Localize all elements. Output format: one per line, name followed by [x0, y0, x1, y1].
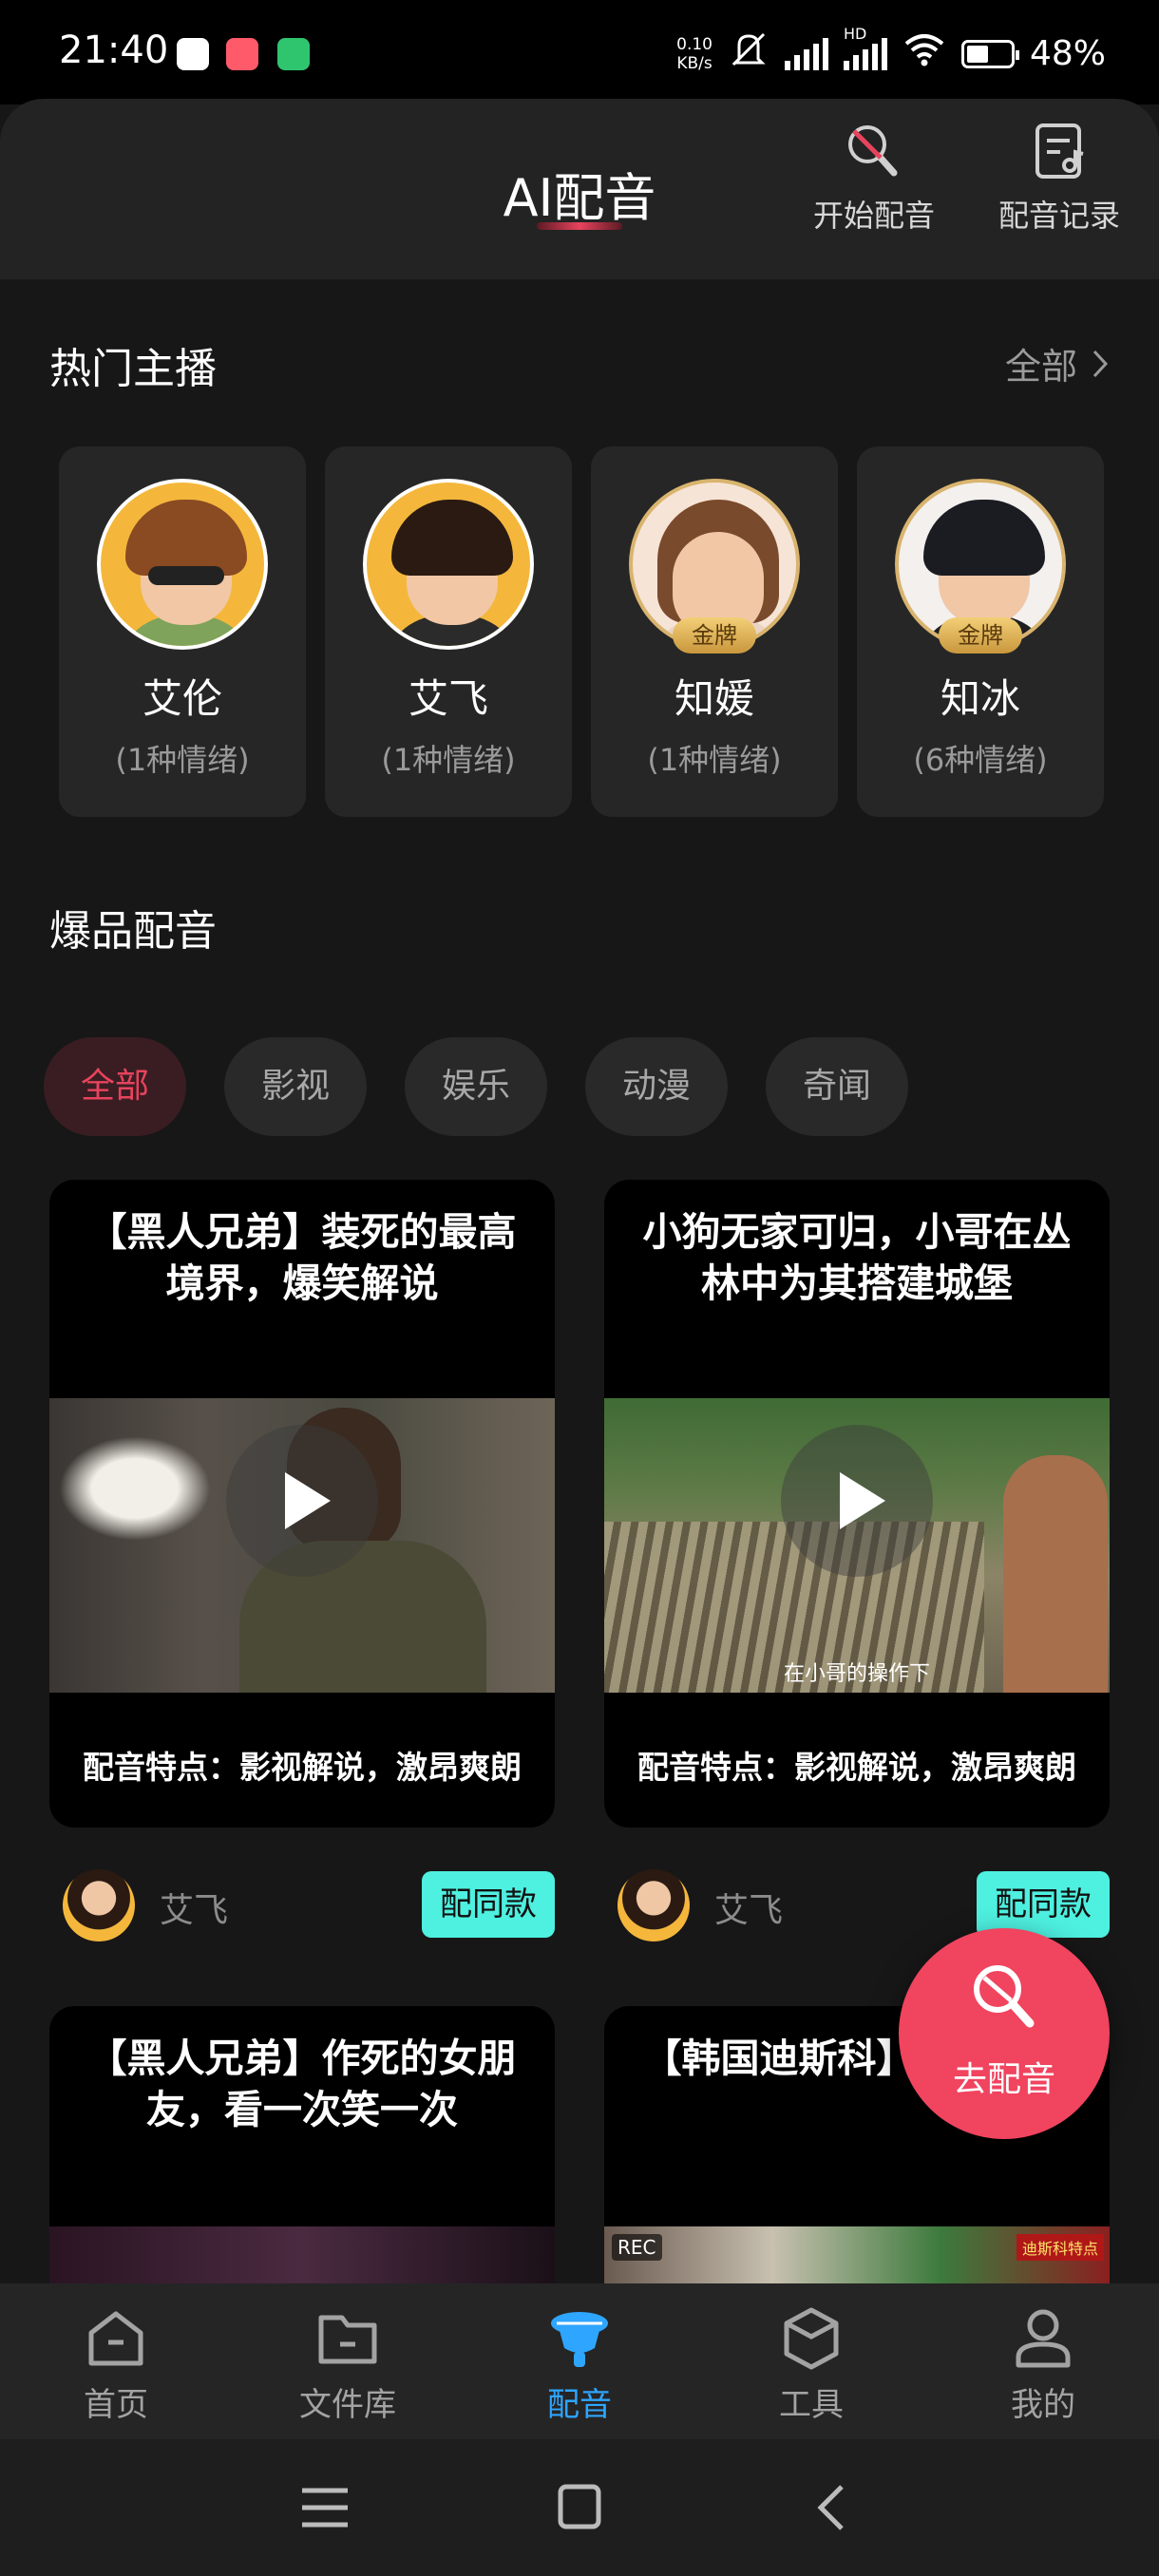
- nav-tools[interactable]: 工具: [716, 2304, 906, 2425]
- video-feature: 配音特点：影视解说，激昂爽朗: [83, 1749, 522, 1786]
- video-title: 【黑人兄弟】装死的最高境界，爆笑解说: [87, 1209, 517, 1306]
- anchor-emotions: (1种情绪): [115, 742, 250, 778]
- back-icon[interactable]: [804, 2481, 861, 2534]
- home-icon: [82, 2304, 150, 2373]
- history-record-icon: [1026, 118, 1092, 184]
- battery-icon: [960, 39, 1019, 68]
- nav-dubbing[interactable]: 配音: [484, 2304, 674, 2425]
- microphone-filled-icon: [545, 2304, 614, 2373]
- anchor-name: 艾伦: [142, 675, 222, 722]
- anchor-emotions: (6种情绪): [913, 742, 1048, 778]
- author-avatar: [618, 1869, 690, 1941]
- status-time: 21:40: [59, 28, 169, 72]
- play-icon[interactable]: [781, 1425, 933, 1577]
- author-name: 艾飞: [714, 1891, 784, 1930]
- microphone-icon: [965, 1959, 1043, 2036]
- anchor-name: 知冰: [940, 675, 1020, 722]
- mute-icon: [728, 30, 770, 77]
- go-dub-fab[interactable]: 去配音: [899, 1928, 1110, 2139]
- network-speed: 0.10 KB/s: [676, 34, 712, 73]
- video-card-meta: 艾飞 配同款: [49, 1867, 555, 1943]
- video-card[interactable]: 【黑人兄弟】作死的女朋友，看一次笑一次: [49, 2006, 555, 2283]
- nav-dubbing-label: 配音: [547, 2386, 612, 2424]
- video-card[interactable]: 小狗无家可归，小哥在丛林中为其搭建城堡 在小哥的操作下 配音特点：影视解说，激昂…: [604, 1180, 1110, 1828]
- view-all-anchors-link[interactable]: 全部: [1005, 337, 1110, 389]
- play-icon[interactable]: [226, 1425, 378, 1577]
- video-thumbnail: [49, 2226, 555, 2283]
- microphone-icon: [841, 118, 907, 184]
- filter-chip-film[interactable]: 影视: [224, 1037, 367, 1136]
- video-card[interactable]: 【黑人兄弟】装死的最高境界，爆笑解说 配音特点：影视解说，激昂爽朗: [49, 1180, 555, 1828]
- avatar: [363, 479, 534, 650]
- anchor-name: 艾飞: [408, 675, 488, 722]
- system-navigation-bar: [0, 2439, 1159, 2576]
- filter-chip-all[interactable]: 全部: [44, 1037, 186, 1136]
- gold-badge: 金牌: [673, 617, 756, 653]
- go-dub-label: 去配音: [952, 2060, 1055, 2099]
- app2-notification-icon: [277, 38, 310, 70]
- anchor-name: 知媛: [674, 675, 754, 722]
- nav-profile-label: 我的: [1011, 2386, 1075, 2424]
- signal-hd-icon: HD: [843, 25, 887, 70]
- bottom-navigation: 首页 文件库 配音 工具 我的: [0, 2283, 1159, 2439]
- nav-tools-label: 工具: [779, 2386, 844, 2424]
- start-dubbing-button[interactable]: 开始配音: [803, 118, 945, 236]
- qq-notification-icon: [177, 38, 209, 70]
- home-square-icon[interactable]: [551, 2481, 608, 2534]
- video-title: 小狗无家可归，小哥在丛林中为其搭建城堡: [642, 1209, 1072, 1306]
- video-thumbnail: REC 迪斯科特点: [604, 2226, 1110, 2283]
- nav-files-label: 文件库: [299, 2386, 396, 2424]
- nav-files[interactable]: 文件库: [253, 2304, 443, 2425]
- folder-icon: [314, 2304, 382, 2373]
- author-avatar: [63, 1869, 135, 1941]
- anchor-emotions: (1种情绪): [381, 742, 516, 778]
- video-thumbnail: [49, 1398, 555, 1693]
- cube-icon: [777, 2304, 846, 2373]
- title-underline: [537, 222, 622, 230]
- chevron-right-icon: [1092, 350, 1109, 377]
- video-caption: 在小哥的操作下: [783, 1662, 930, 1686]
- video-thumbnail: 在小哥的操作下: [604, 1398, 1110, 1693]
- page-title: AI配音: [503, 168, 656, 228]
- start-dubbing-label: 开始配音: [812, 198, 935, 234]
- dub-same-button[interactable]: 配同款: [422, 1871, 555, 1938]
- filter-chip-anime[interactable]: 动漫: [585, 1037, 728, 1136]
- gold-badge: 金牌: [939, 617, 1022, 653]
- app-notification-icon: [226, 38, 258, 70]
- wifi-icon: [902, 32, 946, 75]
- battery-level: 48%: [1029, 34, 1106, 73]
- filter-chip-oddities[interactable]: 奇闻: [766, 1037, 908, 1136]
- anchor-card-allen[interactable]: 艾伦 (1种情绪): [59, 446, 306, 817]
- dubbing-history-label: 配音记录: [998, 198, 1120, 234]
- hot-anchors-title: 热门主播: [49, 345, 217, 393]
- anchor-emotions: (1种情绪): [647, 742, 782, 778]
- anchor-card-zhibing[interactable]: 金牌 知冰 (6种情绪): [857, 446, 1104, 817]
- anchor-card-aifei[interactable]: 艾飞 (1种情绪): [325, 446, 572, 817]
- nav-profile[interactable]: 我的: [948, 2304, 1138, 2425]
- signal-icon: [784, 37, 828, 70]
- rec-label: REC: [612, 2234, 662, 2261]
- status-bar: 21:40 0.10 KB/s HD 48%: [0, 0, 1159, 104]
- user-icon: [1009, 2304, 1077, 2373]
- filter-chip-entertainment[interactable]: 娱乐: [405, 1037, 547, 1136]
- dubbing-history-button[interactable]: 配音记录: [988, 118, 1130, 236]
- nav-home-label: 首页: [84, 2386, 148, 2424]
- overlay-label: 迪斯科特点: [1016, 2234, 1104, 2261]
- app-header: AI配音 开始配音 配音记录: [0, 99, 1159, 279]
- avatar: [97, 479, 268, 650]
- menu-icon[interactable]: [296, 2481, 353, 2534]
- nav-home[interactable]: 首页: [21, 2304, 211, 2425]
- video-feature: 配音特点：影视解说，激昂爽朗: [637, 1749, 1076, 1786]
- author-name: 艾飞: [160, 1891, 229, 1930]
- video-title: 【黑人兄弟】作死的女朋友，看一次笑一次: [87, 2036, 517, 2132]
- anchor-card-zhiyuan[interactable]: 金牌 知媛 (1种情绪): [591, 446, 838, 817]
- hot-dubs-title: 爆品配音: [49, 907, 217, 956]
